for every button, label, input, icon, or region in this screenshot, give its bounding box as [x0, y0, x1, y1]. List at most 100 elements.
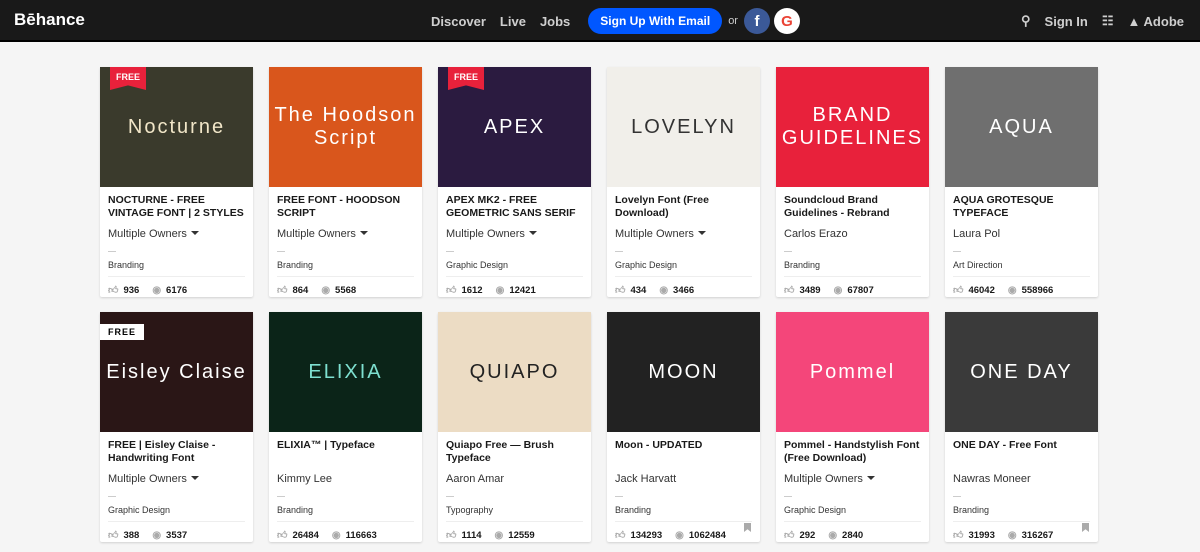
- project-thumbnail[interactable]: QUIAPO: [438, 312, 591, 432]
- project-title[interactable]: ELIXIA™ | Typeface: [277, 432, 414, 472]
- eye-icon: ◉: [659, 284, 669, 296]
- project-thumbnail[interactable]: Pommel: [776, 312, 929, 432]
- thumbs-up-icon: 👍︎: [784, 285, 795, 296]
- adobe-link[interactable]: ▲ Adobe: [1128, 14, 1184, 29]
- project-field[interactable]: Typography: [446, 505, 583, 522]
- project-field[interactable]: Branding: [277, 260, 414, 277]
- eye-icon: ◉: [152, 284, 162, 296]
- project-card[interactable]: Eisley Claise FREE FREE | Eisley Claise …: [100, 312, 253, 542]
- thumbnail-lettering: MOON: [648, 360, 719, 383]
- nav-live[interactable]: Live: [500, 14, 526, 29]
- eye-icon: ◉: [1007, 284, 1017, 296]
- project-owner[interactable]: Multiple Owners: [108, 473, 245, 487]
- like-count: 134293: [630, 529, 663, 541]
- free-badge: FREE: [110, 67, 147, 90]
- project-thumbnail[interactable]: LOVELYN: [607, 67, 760, 187]
- project-thumbnail[interactable]: ONE DAY: [945, 312, 1098, 432]
- project-title[interactable]: Moon - UPDATED: [615, 432, 752, 472]
- project-title[interactable]: NOCTURNE - FREE VINTAGE FONT | 2 STYLES: [108, 187, 245, 227]
- project-title[interactable]: FREE | Eisley Claise - Handwriting Font: [108, 432, 245, 472]
- project-owner[interactable]: Multiple Owners: [784, 473, 921, 487]
- project-title[interactable]: Soundcloud Brand Guidelines - Rebrand: [784, 187, 921, 227]
- chevron-down-icon: [528, 231, 537, 235]
- sign-in-link[interactable]: Sign In: [1045, 14, 1088, 29]
- project-field[interactable]: Graphic Design: [446, 260, 583, 277]
- adobe-icon: ▲: [1127, 13, 1141, 29]
- like-count: 388: [123, 529, 140, 541]
- project-card[interactable]: LOVELYN Lovelyn Font (Free Download) Mul…: [607, 67, 760, 297]
- project-owner[interactable]: Multiple Owners: [108, 228, 245, 242]
- divider: [615, 251, 623, 252]
- project-card[interactable]: AQUA AQUA GROTESQUE TYPEFACE Laura Pol A…: [945, 67, 1098, 297]
- project-title[interactable]: APEX MK2 - FREE GEOMETRIC SANS SERIF: [446, 187, 583, 227]
- project-thumbnail[interactable]: APEX FREE: [438, 67, 591, 187]
- project-stats: 👍︎ 434 ◉ 3466: [615, 277, 752, 297]
- behance-logo[interactable]: Bēhance: [14, 10, 85, 30]
- project-card[interactable]: ELIXIA ELIXIA™ | Typeface Kimmy Lee Bran…: [269, 312, 422, 542]
- chevron-down-icon: [190, 231, 199, 235]
- project-title[interactable]: AQUA GROTESQUE TYPEFACE: [953, 187, 1090, 227]
- project-thumbnail[interactable]: Nocturne FREE: [100, 67, 253, 187]
- eye-icon: ◉: [828, 529, 838, 541]
- project-owner[interactable]: Kimmy Lee: [277, 473, 414, 487]
- project-field[interactable]: Graphic Design: [615, 260, 752, 277]
- search-icon[interactable]: ⚲: [1021, 13, 1031, 29]
- project-field[interactable]: Graphic Design: [108, 505, 245, 522]
- project-title[interactable]: Quiapo Free — Brush Typeface: [446, 432, 583, 472]
- eye-icon: ◉: [1007, 529, 1017, 541]
- project-thumbnail[interactable]: The Hoodson Script: [269, 67, 422, 187]
- project-field[interactable]: Branding: [277, 505, 414, 522]
- thumbnail-lettering: BRAND GUIDELINES: [781, 104, 924, 149]
- project-field[interactable]: Branding: [784, 260, 921, 277]
- project-field[interactable]: Branding: [615, 505, 752, 522]
- project-card[interactable]: BRAND GUIDELINES Soundcloud Brand Guidel…: [776, 67, 929, 297]
- project-stats: 👍︎ 134293 ◉ 1062484: [615, 522, 752, 542]
- project-thumbnail[interactable]: BRAND GUIDELINES: [776, 67, 929, 187]
- project-stats: 👍︎ 864 ◉ 5568: [277, 277, 414, 297]
- project-title[interactable]: Lovelyn Font (Free Download): [615, 187, 752, 227]
- project-owner[interactable]: Nawras Moneer: [953, 473, 1090, 487]
- project-thumbnail[interactable]: Eisley Claise FREE: [100, 312, 253, 432]
- thumbs-up-icon: 👍︎: [108, 285, 119, 296]
- thumbnail-lettering: Eisley Claise: [106, 360, 247, 383]
- eye-icon: ◉: [833, 284, 843, 296]
- thumbs-up-icon: 👍︎: [784, 530, 795, 541]
- project-card[interactable]: Pommel Pommel - Handstylish Font (Free D…: [776, 312, 929, 542]
- project-card[interactable]: APEX FREE APEX MK2 - FREE GEOMETRIC SANS…: [438, 67, 591, 297]
- project-card[interactable]: QUIAPO Quiapo Free — Brush Typeface Aaro…: [438, 312, 591, 542]
- thumbnail-lettering: Nocturne: [127, 115, 226, 138]
- project-owner[interactable]: Carlos Erazo: [784, 228, 921, 242]
- project-thumbnail[interactable]: MOON: [607, 312, 760, 432]
- project-field[interactable]: Branding: [953, 505, 1090, 522]
- project-owner[interactable]: Laura Pol: [953, 228, 1090, 242]
- project-title[interactable]: FREE FONT - HOODSON SCRIPT: [277, 187, 414, 227]
- chevron-down-icon: [866, 476, 875, 480]
- project-card[interactable]: The Hoodson Script FREE FONT - HOODSON S…: [269, 67, 422, 297]
- project-field[interactable]: Graphic Design: [784, 505, 921, 522]
- project-owner[interactable]: Multiple Owners: [615, 228, 752, 242]
- project-owner[interactable]: Multiple Owners: [277, 228, 414, 242]
- project-title[interactable]: ONE DAY - Free Font: [953, 432, 1090, 472]
- eye-icon: ◉: [321, 284, 331, 296]
- project-owner[interactable]: Aaron Amar: [446, 473, 583, 487]
- thumbs-up-icon: 👍︎: [446, 530, 457, 541]
- project-card[interactable]: ONE DAY ONE DAY - Free Font Nawras Monee…: [945, 312, 1098, 542]
- project-owner[interactable]: Multiple Owners: [446, 228, 583, 242]
- project-card[interactable]: Nocturne FREE NOCTURNE - FREE VINTAGE FO…: [100, 67, 253, 297]
- project-card[interactable]: MOON Moon - UPDATED Jack Harvatt Brandin…: [607, 312, 760, 542]
- apps-grid-icon[interactable]: ☷: [1102, 13, 1114, 29]
- project-field[interactable]: Art Direction: [953, 260, 1090, 277]
- project-title[interactable]: Pommel - Handstylish Font (Free Download…: [784, 432, 921, 472]
- project-field[interactable]: Branding: [108, 260, 245, 277]
- facebook-icon[interactable]: f: [743, 8, 770, 34]
- project-thumbnail[interactable]: ELIXIA: [269, 312, 422, 432]
- signup-email-button[interactable]: Sign Up With Email: [588, 8, 723, 34]
- like-count: 292: [799, 529, 816, 541]
- project-owner[interactable]: Jack Harvatt: [615, 473, 752, 487]
- nav-discover[interactable]: Discover: [431, 14, 486, 29]
- project-thumbnail[interactable]: AQUA: [945, 67, 1098, 187]
- nav-jobs[interactable]: Jobs: [540, 14, 570, 29]
- google-icon[interactable]: G: [773, 8, 800, 34]
- thumbnail-lettering: AQUA: [989, 115, 1054, 138]
- project-stats: 👍︎ 46042 ◉ 558966: [953, 277, 1090, 297]
